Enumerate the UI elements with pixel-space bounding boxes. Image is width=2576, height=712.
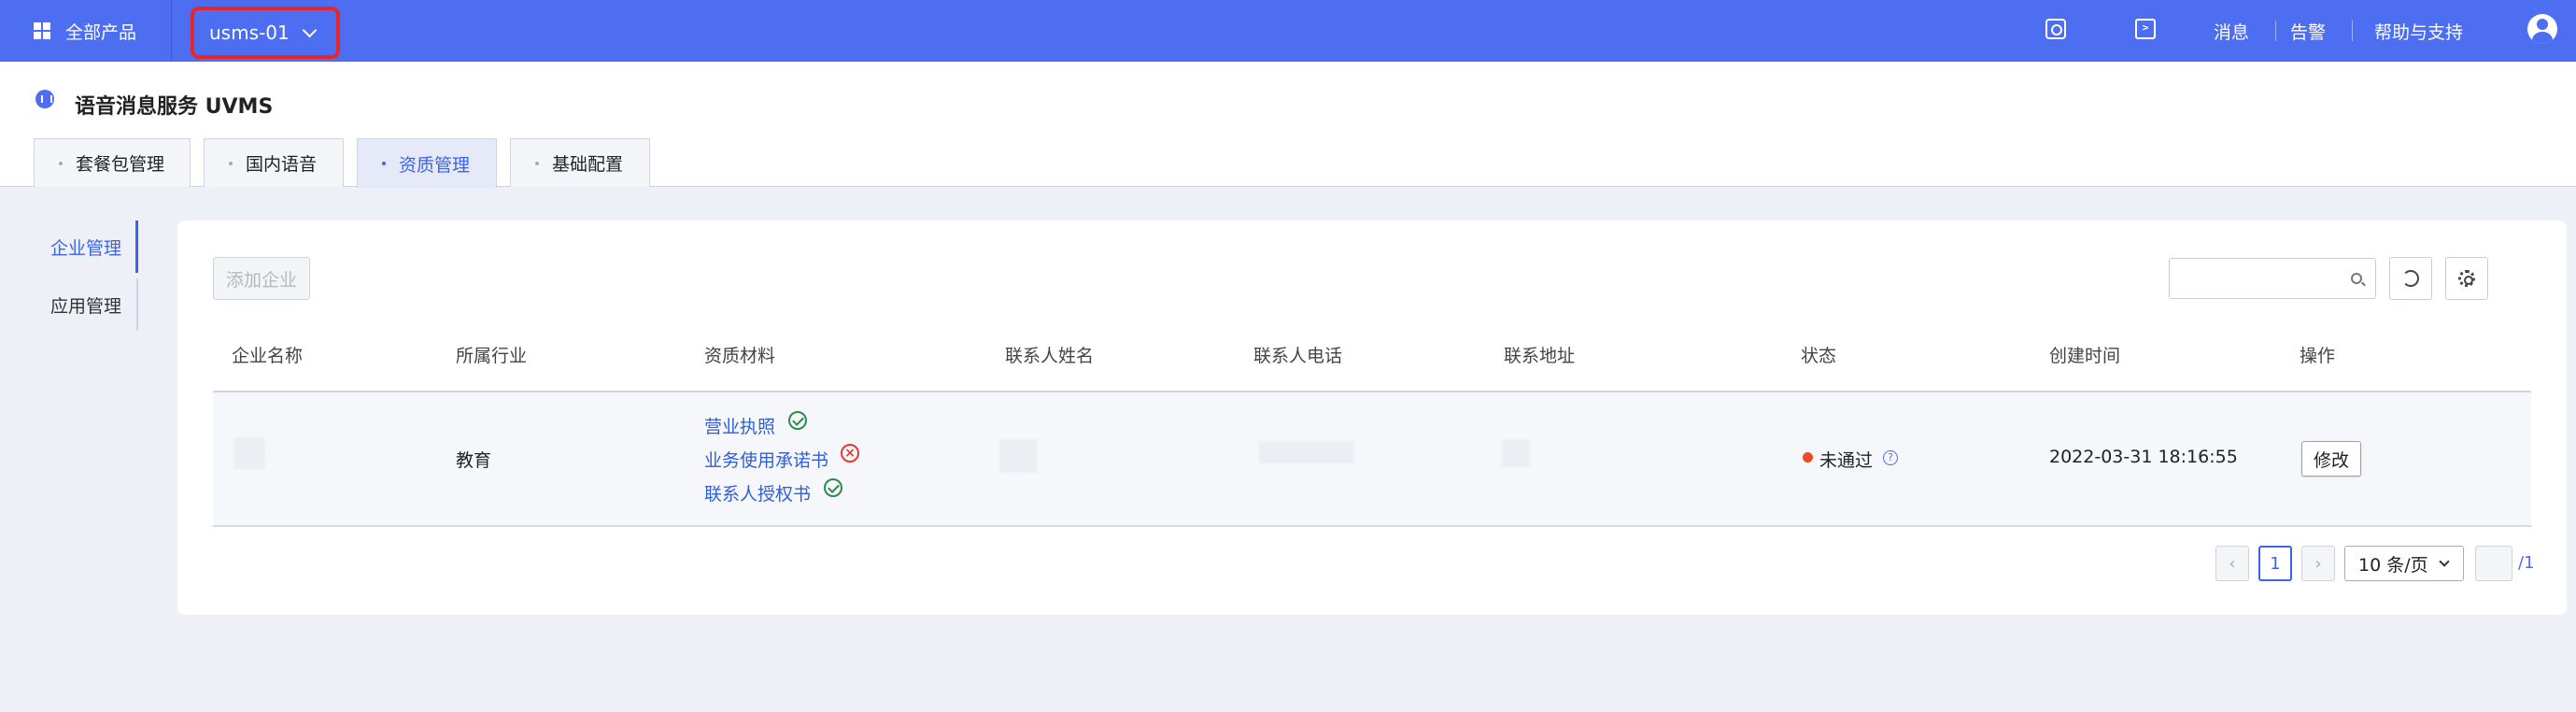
chevron-down-icon [2439,556,2450,567]
column-header-company[interactable]: 企业名称 [232,342,303,367]
page-size-select[interactable]: 10 条/页 [2344,546,2464,581]
redacted-contact-phone [1259,441,1354,463]
messages-link[interactable]: 消息 [2214,19,2249,44]
column-header-industry[interactable]: 所属行业 [456,342,527,367]
column-header-status[interactable]: 状态 [1801,342,1836,367]
content-card: 添加企业 企业名称 所属行业 资质材料 联系人姓名 联系人电话 联系地址 状态 … [177,221,2567,615]
refresh-button[interactable] [2389,257,2432,300]
top-navigation-bar: 全部产品 usms-01 > 消息 告警 帮助与支持 [0,0,2576,62]
sidebar-item-enterprise-management[interactable]: 企业管理 [0,221,138,273]
user-avatar-icon[interactable] [2527,14,2557,44]
column-header-actions[interactable]: 操作 [2300,342,2335,367]
page-title: 语音消息服务 UVMS [75,95,274,119]
prev-page-button[interactable]: ‹ [2215,546,2249,581]
page-header: 语音消息服务 UVMS 套餐包管理 国内语音 资质管理 基础配置 [0,62,2576,188]
settings-button[interactable] [2445,257,2488,300]
bullet-icon [229,161,233,165]
search-icon[interactable] [2045,19,2066,39]
page-size-value: 10 条/页 [2358,554,2428,576]
column-header-contact-phone[interactable]: 联系人电话 [1253,342,1342,367]
search-icon [2351,273,2362,284]
check-circle-icon [788,411,807,430]
all-products-label: 全部产品 [65,21,137,43]
refresh-icon [2402,270,2419,287]
redacted-address [1502,439,1530,467]
sidebar-item-label: 应用管理 [50,295,122,317]
created-time: 2022-03-31 18:16:55 [2049,447,2238,467]
column-header-created[interactable]: 创建时间 [2049,342,2120,367]
search-input[interactable] [2169,258,2376,299]
terminal-icon[interactable]: > [2135,19,2156,39]
help-icon[interactable]: ? [1883,450,1898,465]
all-products-menu[interactable]: 全部产品 [0,0,172,62]
industry-cell: 教育 [456,450,492,471]
sidebar-item-label: 企业管理 [50,237,122,259]
grid-icon [34,22,50,39]
commitment-letter-link[interactable]: 业务使用承诺书 [704,447,828,472]
check-circle-icon [824,478,842,497]
tab-basic-config[interactable]: 基础配置 [510,138,650,187]
status-dot-icon [1803,452,1813,463]
bullet-icon [535,161,539,165]
alerts-link[interactable]: 告警 [2290,19,2326,44]
status-text: 未通过 [1819,450,1874,471]
redacted-company [234,437,265,469]
help-link[interactable]: 帮助与支持 [2374,19,2463,44]
business-license-link[interactable]: 营业执照 [704,413,775,438]
tab-qualification-management[interactable]: 资质管理 [357,138,497,188]
authorization-letter-link[interactable]: 联系人授权书 [704,480,811,506]
tab-label: 资质管理 [399,154,471,176]
settings-icon [2458,270,2475,287]
divider [2352,21,2353,41]
sidebar-item-app-management[interactable]: 应用管理 [0,278,138,331]
column-header-address[interactable]: 联系地址 [1504,342,1575,367]
tab-label: 基础配置 [552,154,624,175]
next-page-button[interactable]: › [2301,546,2335,581]
bullet-icon [59,161,63,165]
column-header-materials[interactable]: 资质材料 [704,342,775,367]
service-icon [35,90,54,108]
bullet-icon [382,162,386,165]
edit-button[interactable]: 修改 [2301,441,2361,477]
add-enterprise-button[interactable]: 添加企业 [213,257,310,300]
column-header-contact-name[interactable]: 联系人姓名 [1005,342,1094,367]
error-circle-icon: × [841,444,859,463]
total-pages: /1 [2518,553,2535,573]
project-selector[interactable]: usms-01 [191,7,340,59]
project-name: usms-01 [209,21,290,44]
chevron-down-icon [302,22,317,37]
tab-domestic-voice[interactable]: 国内语音 [204,138,344,187]
page-1-button[interactable]: 1 [2258,546,2292,581]
divider [2275,21,2276,41]
tab-package-management[interactable]: 套餐包管理 [34,138,191,187]
tab-label: 国内语音 [246,154,318,175]
page-jump-input[interactable] [2475,546,2512,581]
tab-label: 套餐包管理 [76,154,165,175]
redacted-contact-name [999,439,1037,473]
